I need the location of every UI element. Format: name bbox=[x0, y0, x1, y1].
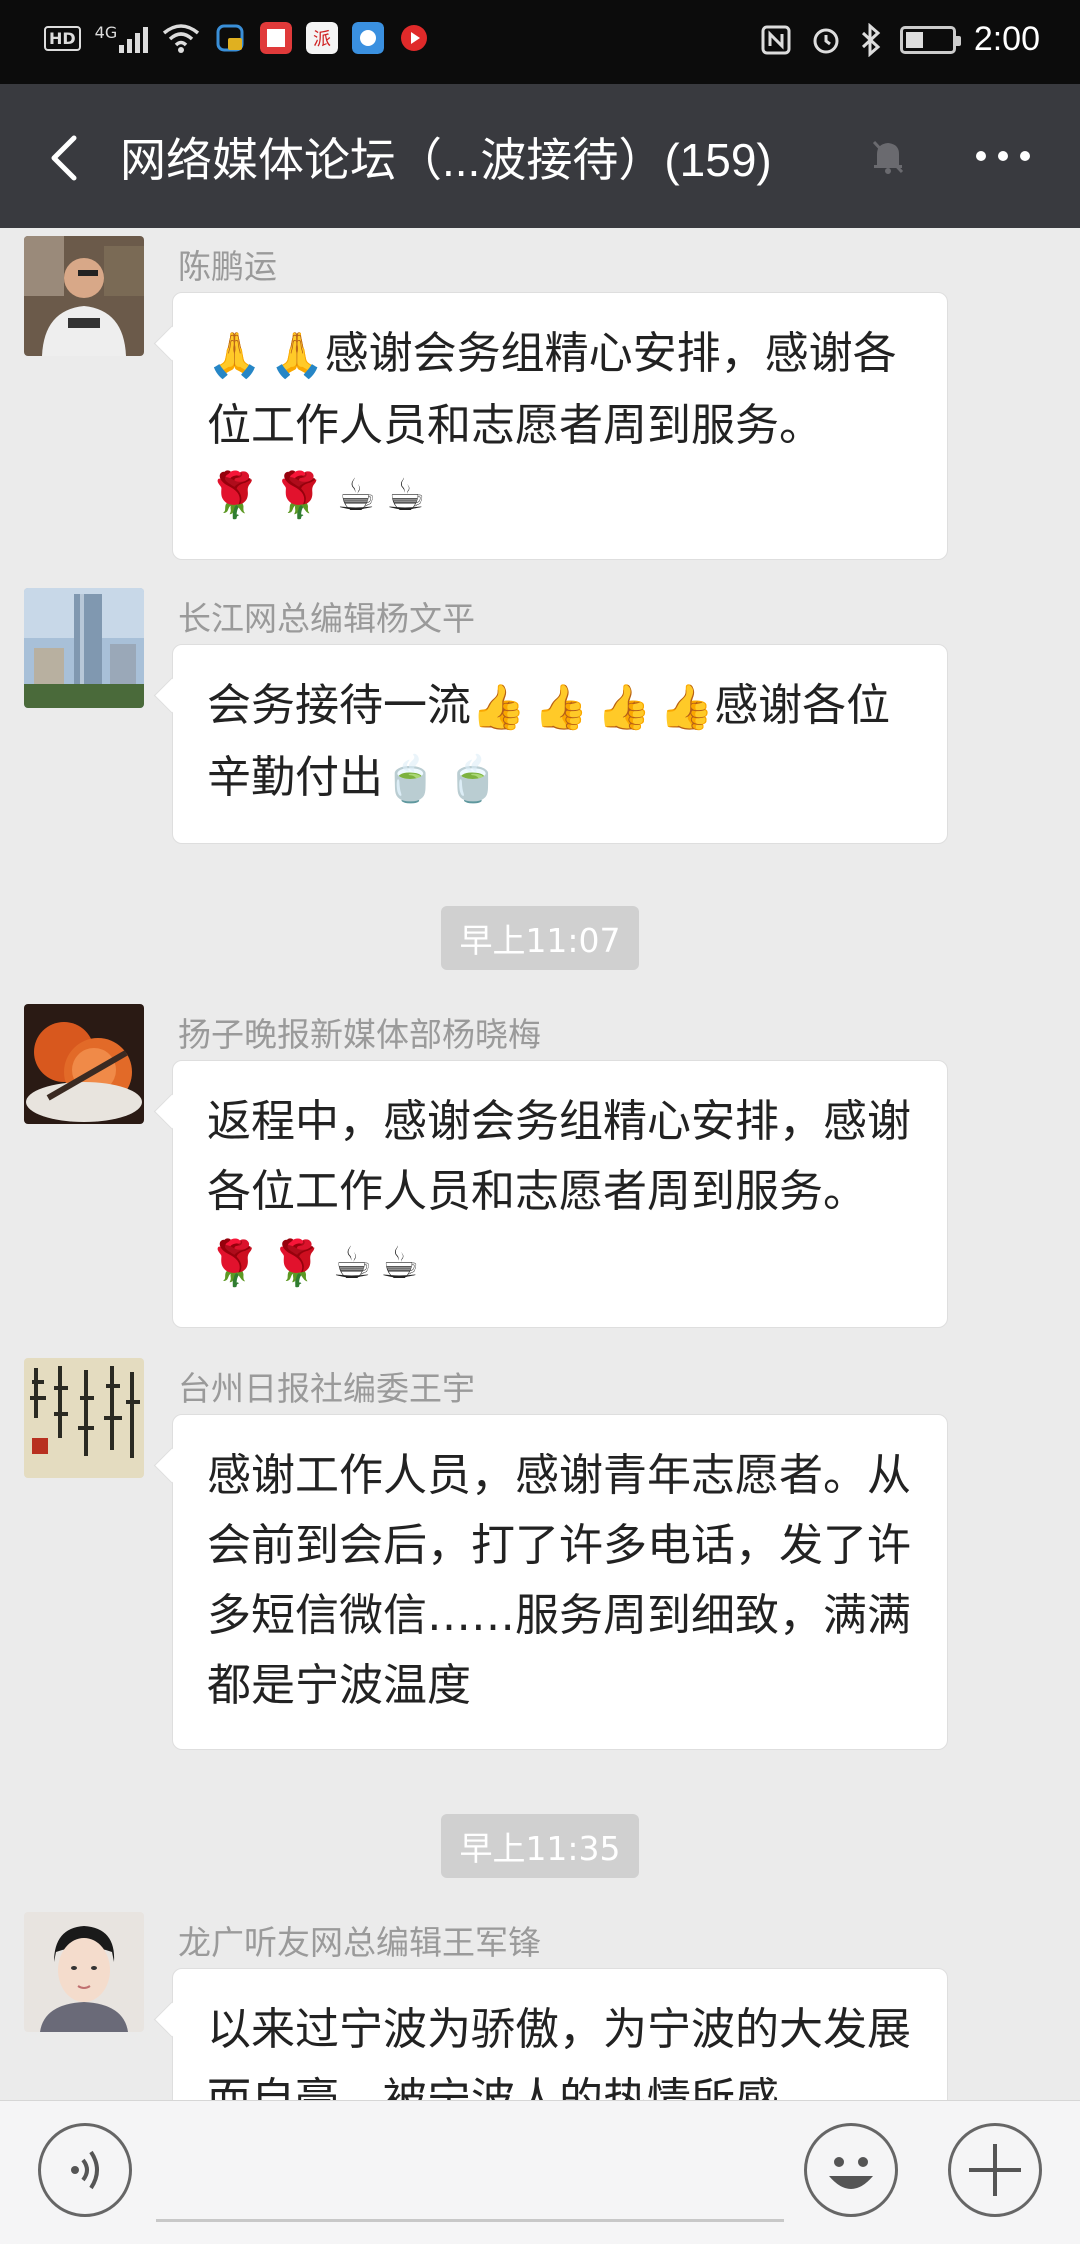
bell-muted-icon bbox=[872, 140, 904, 174]
timestamp: 早上11:35 bbox=[0, 1814, 1080, 1878]
back-button[interactable] bbox=[40, 128, 100, 188]
message-text: 感谢工作人员，感谢青年志愿者。从会前到会后，打了许多电话，发了许多短信微信……服… bbox=[207, 1450, 911, 1711]
avatar[interactable] bbox=[24, 1358, 144, 1478]
tea-emojis: 🍵 🍵 bbox=[383, 745, 501, 815]
message-text: 会务接待一流 bbox=[207, 680, 471, 731]
alarm-icon bbox=[813, 28, 839, 53]
message-text: 返程中，感谢会务组精心安排，感谢各位工作人员和志愿者周到服务。 bbox=[207, 1096, 911, 1217]
hd-icon: HD bbox=[44, 25, 81, 51]
wifi-icon bbox=[163, 24, 200, 53]
emoji-button[interactable] bbox=[804, 2123, 898, 2217]
timestamp: 早上11:07 bbox=[0, 906, 1080, 970]
thumbs-up-emoji-icon: 👍 bbox=[471, 682, 526, 733]
thumbs-up-emoji-icon: 👍 bbox=[659, 682, 715, 733]
rose-emoji-icon: 🌹 bbox=[269, 1238, 325, 1289]
coffee-emoji-icon: ☕ bbox=[332, 1238, 373, 1289]
svg-text:派: 派 bbox=[313, 29, 331, 50]
avatar[interactable] bbox=[24, 1912, 144, 2032]
message-bubble[interactable]: 会务接待一流 👍 👍 👍 👍 感谢各位辛勤付出 🍵 🍵 bbox=[172, 644, 948, 844]
battery-icon bbox=[899, 25, 961, 54]
plus-icon bbox=[969, 2144, 1021, 2196]
rose-emoji-icon: 🌹 bbox=[271, 470, 327, 521]
pray-emoji-icon: 🙏 bbox=[207, 330, 262, 381]
status-bar: HD 4G 派 2:00 bbox=[0, 0, 1080, 84]
message-bubble[interactable]: 🙏 🙏 感谢会务组精心安排，感谢各位工作人员和志愿者周到服务。 🌹 🌹 ☕ ☕ bbox=[172, 292, 948, 560]
coffee-emoji-icon: ☕ bbox=[336, 470, 377, 521]
sender-name: 龙广听友网总编辑王军锋 bbox=[178, 1923, 541, 1962]
message-bubble[interactable]: 感谢工作人员，感谢青年志愿者。从会前到会后，打了许多电话，发了许多短信微信……服… bbox=[172, 1414, 948, 1750]
voice-icon bbox=[71, 2150, 99, 2190]
coffee-emoji-icon: ☕ bbox=[386, 470, 426, 521]
sender-name: 扬子晚报新媒体部杨晓梅 bbox=[178, 1015, 541, 1054]
emoji-row: 🌹 🌹 ☕ ☕ bbox=[207, 1229, 420, 1299]
more-options-button[interactable] bbox=[976, 136, 1036, 176]
message-list[interactable]: 陈鹏运 🙏 🙏 感谢会务组精心安排，感谢各位工作人员和志愿者周到服务。 🌹 🌹 … bbox=[0, 228, 1080, 2100]
avatar[interactable] bbox=[24, 236, 144, 356]
tea-emoji-icon: 🍵 bbox=[445, 754, 501, 805]
bluetooth-icon bbox=[861, 22, 881, 57]
thumbs-up-emoji-icon: 👍 bbox=[596, 682, 652, 733]
sender-name: 长江网总编辑杨文平 bbox=[178, 599, 475, 638]
chat-title[interactable]: 网络媒体论坛（...波接待）(159) bbox=[120, 124, 772, 190]
message-bubble[interactable]: 以来过宁波为骄傲，为宁波的大发展而自豪，被宁波人的热情所感 bbox=[172, 1968, 948, 2100]
emoji-icon bbox=[829, 2157, 873, 2189]
rose-emoji-icon: 🌹 bbox=[207, 1238, 262, 1289]
sender-name: 陈鹏运 bbox=[178, 247, 277, 286]
app-notification-icon bbox=[216, 24, 244, 52]
book-app-icon bbox=[260, 22, 293, 54]
message-input[interactable] bbox=[156, 2219, 784, 2222]
voice-button[interactable] bbox=[38, 2123, 132, 2217]
chat-header: 网络媒体论坛（...波接待）(159) bbox=[0, 84, 1080, 228]
tea-emoji-icon: 🍵 bbox=[383, 754, 438, 805]
avatar[interactable] bbox=[24, 1004, 144, 1124]
status-time: 2:00 bbox=[973, 20, 1040, 58]
pray-emoji-icon: 🙏 bbox=[269, 330, 325, 381]
message-text: 以来过宁波为骄傲，为宁波的大发展而自豪，被宁波人的热情所感 bbox=[207, 2004, 911, 2100]
message-bubble[interactable]: 返程中，感谢会务组精心安排，感谢各位工作人员和志愿者周到服务。 🌹 🌹 ☕ ☕ bbox=[172, 1060, 948, 1328]
rose-emoji-icon: 🌹 bbox=[207, 470, 262, 521]
emoji-row: 🌹 🌹 ☕ ☕ bbox=[207, 461, 915, 531]
input-bar bbox=[0, 2100, 1080, 2244]
photo-app-icon bbox=[352, 22, 385, 54]
nfc-icon bbox=[761, 25, 791, 54]
pai-app-icon: 派 bbox=[306, 22, 339, 54]
avatar[interactable] bbox=[24, 588, 144, 708]
more-functions-button[interactable] bbox=[948, 2123, 1042, 2217]
thumbs-up-emoji-icon: 👍 bbox=[533, 682, 589, 733]
signal-icon: 4G bbox=[95, 23, 149, 53]
thumbs-up-emojis: 👍 👍 👍 👍 bbox=[471, 673, 714, 743]
prefix-emojis: 🙏 🙏 bbox=[207, 321, 325, 391]
coffee-emoji-icon: ☕ bbox=[380, 1238, 420, 1289]
video-app-icon bbox=[401, 25, 428, 51]
sender-name: 台州日报社编委王宇 bbox=[178, 1369, 475, 1408]
